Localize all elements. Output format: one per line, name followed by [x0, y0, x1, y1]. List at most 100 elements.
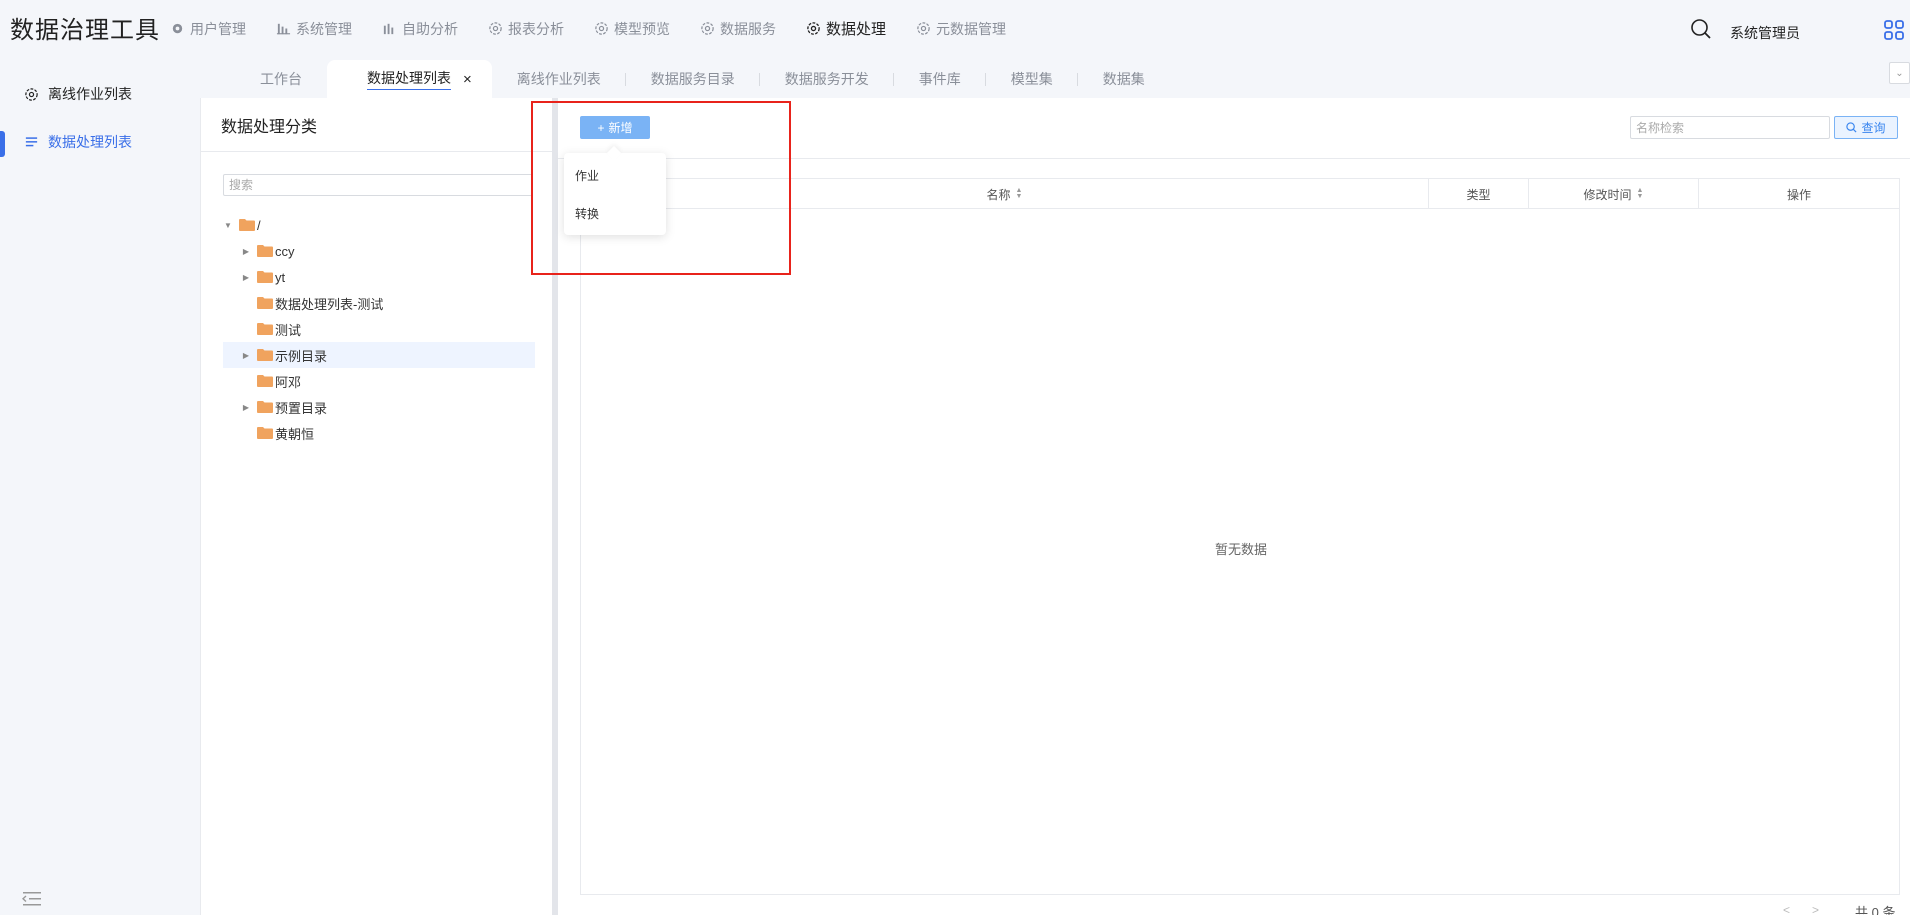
tab-data-processing-list[interactable]: 数据处理列表 ×	[327, 60, 492, 98]
column-label: 修改时间	[1583, 187, 1632, 202]
top-menu: 用户管理 系统管理 自助分析 报表分析 模型预览 数据服务 数据处理 元数据管理	[170, 18, 1036, 39]
tab-data-service-dev[interactable]: 数据服务开发	[760, 60, 894, 98]
top-menu-model-preview[interactable]: 模型预览	[594, 18, 670, 39]
top-menu-data-service[interactable]: 数据服务	[700, 18, 776, 39]
tree-node[interactable]: ▶ yt	[223, 264, 535, 290]
gear-icon	[701, 22, 714, 35]
gear-icon	[807, 22, 820, 35]
add-button[interactable]: + 新增	[580, 116, 650, 139]
sidebar-item-label: 离线作业列表	[48, 86, 132, 102]
search-icon	[1846, 122, 1857, 133]
column-header-actions: 操作	[1699, 179, 1899, 209]
gear-icon	[172, 23, 183, 34]
next-page-icon[interactable]: >	[1812, 903, 1841, 915]
top-menu-system-management[interactable]: 系统管理	[276, 18, 352, 39]
tree-node[interactable]: ▶ 预置目录	[223, 394, 535, 420]
column-header-modified-time[interactable]: 修改时间 ▲ ▼	[1529, 179, 1699, 209]
tabs-more-chevron-down-icon[interactable]: ⌄	[1889, 62, 1910, 84]
pagination-total: 共 0 条	[1855, 905, 1896, 915]
apps-grid-icon[interactable]	[1884, 20, 1904, 43]
folder-icon	[257, 245, 273, 257]
tree-node-label: ccy	[275, 243, 295, 259]
tree-node-label: 数据处理列表-测试	[275, 296, 384, 312]
column-header-name[interactable]: 名称 ▲ ▼	[581, 179, 1429, 209]
folder-icon	[257, 297, 273, 309]
tree-node-label: yt	[275, 269, 286, 285]
gear-icon	[917, 22, 930, 35]
folder-icon	[257, 427, 273, 439]
top-menu-self-analysis[interactable]: 自助分析	[382, 18, 458, 39]
data-table: 名称 ▲ ▼ 类型 修改时间 ▲ ▼ 操作 暂无数据	[580, 178, 1900, 895]
tree-panel-title: 数据处理分类	[201, 98, 552, 152]
sort-icon[interactable]: ▲ ▼	[1637, 187, 1644, 200]
sidebar-item-data-processing[interactable]: 数据处理列表	[0, 122, 200, 162]
list-icon	[25, 136, 38, 146]
plus-icon: +	[597, 120, 605, 135]
column-label: 操作	[1786, 187, 1811, 202]
top-menu-data-processing[interactable]: 数据处理	[806, 18, 886, 39]
top-menu-metadata-management[interactable]: 元数据管理	[916, 18, 1006, 39]
tree-node-label: 示例目录	[275, 348, 328, 364]
top-navbar: 数据治理工具 用户管理 系统管理 自助分析 报表分析 模型预览 数据服务 数据处	[0, 0, 1910, 58]
tab-data-service-catalog[interactable]: 数据服务目录	[626, 60, 760, 98]
global-search-icon[interactable]	[1690, 18, 1712, 43]
top-menu-label: 自助分析	[402, 20, 458, 37]
tab-workbench[interactable]: 工作台	[235, 60, 327, 98]
folder-icon	[257, 401, 273, 413]
top-menu-report-analysis[interactable]: 报表分析	[488, 18, 564, 39]
caret-down-icon[interactable]: ▼	[223, 221, 233, 230]
top-menu-label: 模型预览	[614, 20, 670, 37]
tree-node[interactable]: 阿邓	[223, 368, 535, 394]
add-button-label: 新增	[608, 121, 633, 135]
sidebar-item-offline-jobs[interactable]: 离线作业列表	[0, 74, 200, 114]
tree-node[interactable]: 测试	[223, 316, 535, 342]
tree-node[interactable]: ▼ /	[223, 212, 535, 238]
app-title: 数据治理工具	[10, 17, 160, 44]
tab-dataset[interactable]: 数据集	[1078, 60, 1170, 98]
tree-node-label: 预置目录	[275, 400, 328, 416]
top-menu-user-management[interactable]: 用户管理	[170, 18, 246, 39]
close-icon[interactable]: ×	[463, 71, 472, 88]
tree-node[interactable]: 黄朝恒	[223, 420, 535, 446]
pagination-arrows: <>	[1783, 903, 1841, 915]
tab-model-set[interactable]: 模型集	[986, 60, 1078, 98]
tab-event-library[interactable]: 事件库	[894, 60, 986, 98]
tab-label: 数据处理列表	[367, 68, 451, 90]
caret-right-icon[interactable]: ▶	[241, 247, 251, 256]
gear-icon	[489, 22, 502, 35]
collapse-menu-icon[interactable]	[21, 890, 42, 911]
tab-label: 数据服务开发	[784, 71, 869, 87]
query-button-label: 查询	[1861, 121, 1886, 135]
caret-right-icon[interactable]: ▶	[241, 403, 251, 412]
column-header-type: 类型	[1429, 179, 1529, 209]
tab-label: 工作台	[260, 71, 302, 87]
tree-node[interactable]: ▶ ccy	[223, 238, 535, 264]
sidebar-item-label: 数据处理列表	[48, 134, 132, 150]
caret-right-icon[interactable]: ▶	[241, 351, 251, 360]
divider	[558, 158, 1910, 159]
caret-right-icon[interactable]: ▶	[241, 273, 251, 282]
tab-label: 事件库	[918, 71, 961, 87]
name-search-input[interactable]	[1630, 116, 1830, 139]
top-menu-label: 数据处理	[826, 21, 887, 38]
category-tree-panel: 数据处理分类 ▼ / ▶ ccy ▶ yt 数据处理列表-测试 测试 ▶ 示例目…	[200, 98, 552, 915]
tree-search-input[interactable]	[223, 174, 533, 196]
tree-node[interactable]: ▶ 示例目录	[223, 342, 535, 368]
folder-icon	[257, 323, 273, 335]
user-name[interactable]: 系统管理员	[1730, 23, 1800, 43]
bar-chart-icon	[383, 23, 394, 35]
tab-label: 离线作业列表	[516, 71, 601, 87]
prev-page-icon[interactable]: <	[1783, 903, 1812, 915]
tab-offline-job-list[interactable]: 离线作业列表	[492, 60, 626, 98]
gear-icon	[25, 87, 38, 101]
tab-bar: 工作台 数据处理列表 × 离线作业列表 数据服务目录 数据服务开发 事件库 模型…	[235, 60, 1170, 98]
dropdown-item-job[interactable]: 作业	[575, 167, 599, 184]
sort-icon[interactable]: ▲ ▼	[1016, 187, 1023, 200]
dropdown-item-transform[interactable]: 转换	[575, 205, 599, 222]
tree-node[interactable]: 数据处理列表-测试	[223, 290, 535, 316]
top-menu-label: 用户管理	[190, 20, 246, 37]
main-content: + 新增 查询 名称 ▲▼ 类型 修改时间 ▲▼ 操作 暂无数据	[558, 98, 1910, 915]
column-label: 类型	[1466, 187, 1491, 202]
query-button[interactable]: 查询	[1834, 116, 1898, 139]
tree-node-label: 阿邓	[275, 374, 302, 390]
